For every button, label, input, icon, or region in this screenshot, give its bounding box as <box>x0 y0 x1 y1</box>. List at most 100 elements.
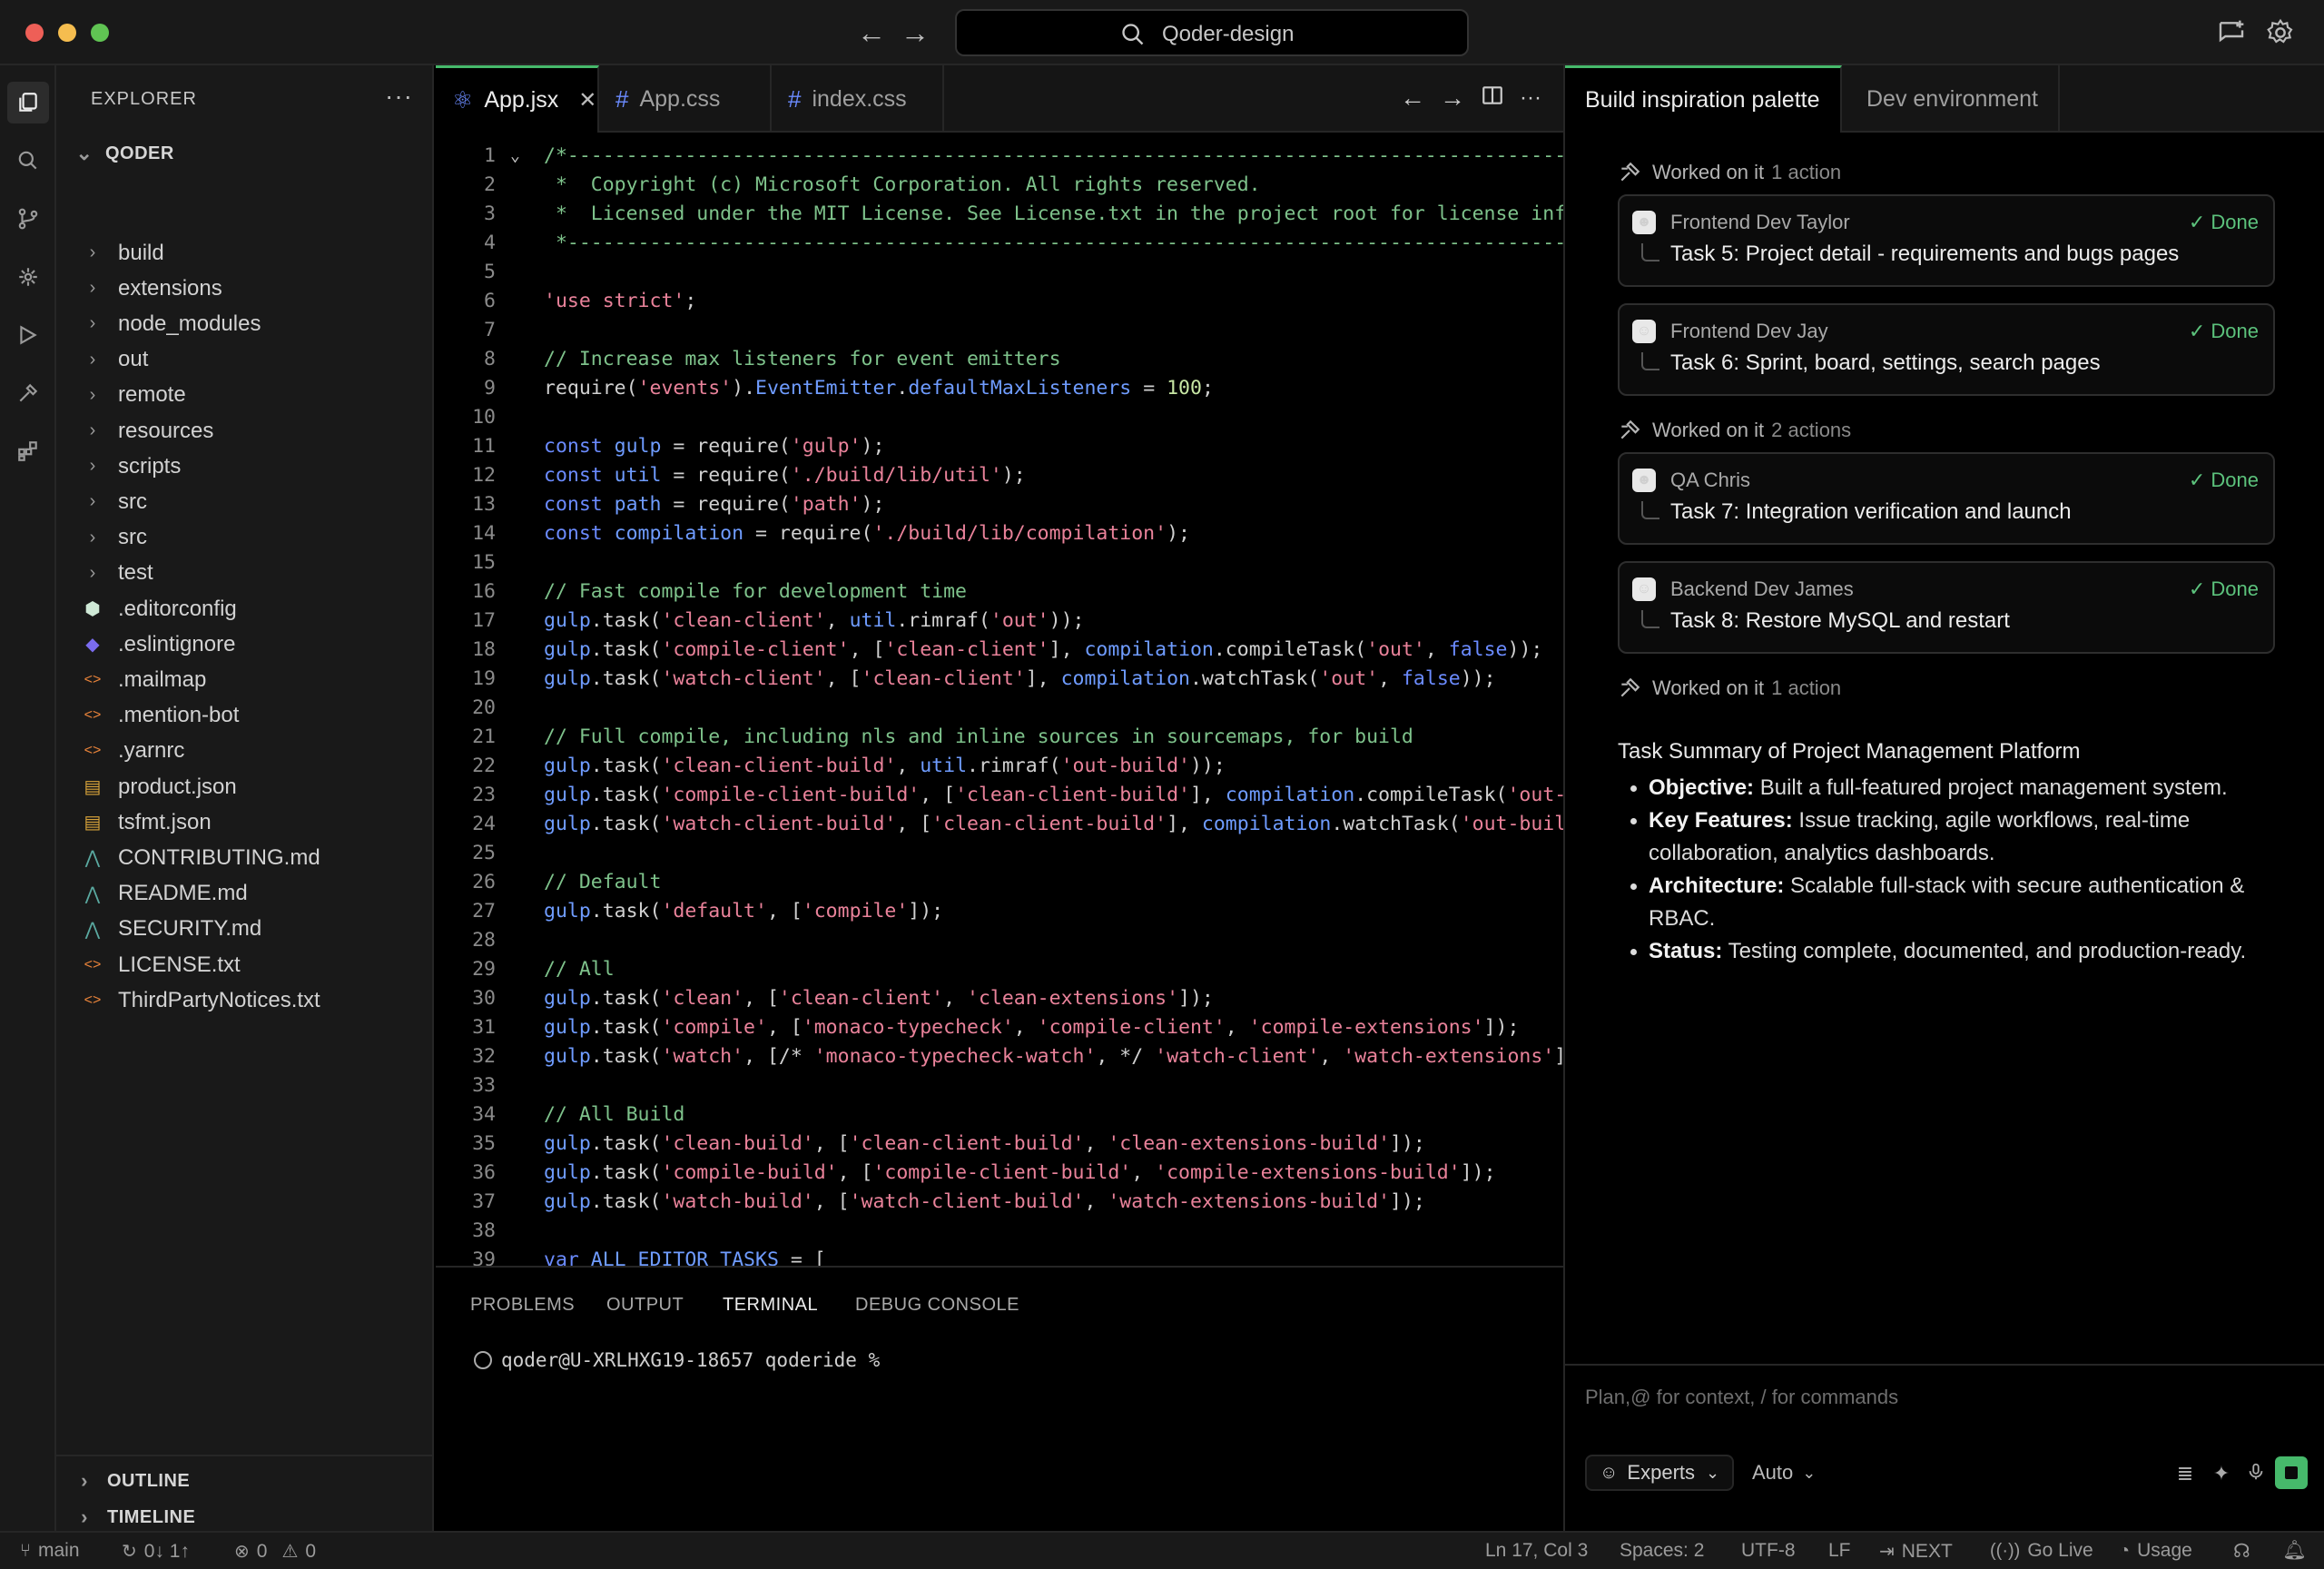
extensions-gear-icon[interactable] <box>13 262 44 292</box>
worked-on-it-header[interactable]: Worked on it 1 action <box>1618 674 1841 703</box>
sync-indicator[interactable]: ↻ 0↓ 1↑ <box>122 1540 190 1563</box>
code-line: 29 // All <box>436 955 1563 984</box>
microphone-icon[interactable] <box>2244 1462 2268 1485</box>
code-editor[interactable]: 1 ⌄ /*------------------------------------… <box>436 134 1563 1333</box>
folder-item[interactable]: › out <box>56 342 432 378</box>
timeline-section[interactable]: › TIMELINE <box>73 1502 195 1533</box>
folder-item[interactable]: › node_modules <box>56 306 432 341</box>
tab-terminal[interactable]: TERMINAL <box>723 1295 818 1316</box>
source-control-icon[interactable] <box>13 203 44 234</box>
close-window-button[interactable] <box>25 24 44 42</box>
more-actions-icon[interactable]: ··· <box>1516 84 1545 113</box>
tab-output[interactable]: OUTPUT <box>606 1295 684 1316</box>
file-item[interactable]: ◆ .eslintignore <box>56 627 432 662</box>
branch-indicator[interactable]: ⑂ main <box>20 1540 80 1562</box>
file-item[interactable]: <> .yarnrc <box>56 734 432 769</box>
usage[interactable]: ◔ Usage <box>2119 1540 2192 1562</box>
tools-icon[interactable] <box>13 378 44 409</box>
file-item[interactable]: <> LICENSE.txt <box>56 947 432 982</box>
forward-arrow-icon[interactable]: → <box>1438 84 1467 113</box>
indentation[interactable]: Spaces: 2 <box>1620 1540 1704 1562</box>
more-actions-icon[interactable]: ··· <box>385 82 413 111</box>
maximize-window-button[interactable] <box>91 24 109 42</box>
file-item[interactable]: ⋀ CONTRIBUTING.md <box>56 840 432 875</box>
close-icon[interactable]: ✕ <box>578 87 596 113</box>
folder-item[interactable]: › scripts <box>56 449 432 484</box>
split-editor-icon[interactable] <box>1478 84 1507 113</box>
file-item[interactable]: <> .mention-bot <box>56 698 432 734</box>
problems-indicator[interactable]: ⊗ 0 ⚠ 0 <box>234 1540 316 1563</box>
run-debug-icon[interactable] <box>13 320 44 350</box>
stop-button[interactable] <box>2275 1456 2308 1489</box>
chat-input[interactable]: Plan,@ for context, / for commands <box>1585 1386 1898 1409</box>
accounts-icon[interactable]: ☊ <box>2233 1540 2250 1563</box>
file-item[interactable]: ⋀ SECURITY.md <box>56 912 432 947</box>
file-item[interactable]: <> ThirdPartyNotices.txt <box>56 982 432 1018</box>
code-line: 16 // Fast compile for development time <box>436 577 1563 607</box>
tab-build-inspiration-palette[interactable]: Build inspiration palette <box>1565 65 1842 133</box>
go-live[interactable]: ((·)) Go Live <box>1990 1540 2093 1562</box>
file-item[interactable]: ⬢ .editorconfig <box>56 591 432 627</box>
model-selector[interactable]: Auto ⌄ <box>1752 1455 1816 1491</box>
explorer-icon[interactable] <box>7 82 49 123</box>
command-search-box[interactable]: Qoder-design <box>955 9 1469 56</box>
code-line: 7 <box>436 316 1563 345</box>
outline-section[interactable]: › OUTLINE <box>73 1465 190 1496</box>
encoding[interactable]: UTF-8 <box>1741 1540 1796 1562</box>
cursor-position[interactable]: Ln 17, Col 3 <box>1485 1540 1588 1562</box>
task-card[interactable]: ☻ QA Chris ✓ Done Task 7: Integration verif… <box>1618 452 2275 545</box>
chat-toggle-icon[interactable] <box>2217 18 2246 47</box>
settings-gear-icon[interactable] <box>2266 18 2295 47</box>
terminal-prompt-line[interactable]: qoder@U-XRLHXG19-18657 qoderide % <box>474 1349 880 1371</box>
folder-item[interactable]: › extensions <box>56 271 432 306</box>
folder-item[interactable]: › src <box>56 484 432 519</box>
code-line: 38 <box>436 1217 1563 1246</box>
tab-debug-console[interactable]: DEBUG CONSOLE <box>855 1295 1019 1316</box>
folder-item[interactable]: › test <box>56 556 432 591</box>
sparkle-icon[interactable]: ✦ <box>2210 1462 2233 1485</box>
tab-index-css[interactable]: # index.css <box>772 65 944 133</box>
folder-item[interactable]: › resources <box>56 413 432 449</box>
file-item[interactable]: ▤ product.json <box>56 769 432 804</box>
task-card[interactable]: ☺ Backend Dev James ✓ Done Task 8: Restore … <box>1618 561 2275 654</box>
code-line: 30 gulp.task('clean', ['clean-client', 'c… <box>436 984 1563 1013</box>
back-arrow-icon[interactable]: ← <box>1398 84 1427 113</box>
code-text: *---------------------------------------… <box>544 232 1563 254</box>
code-line: 2 * Copyright (c) Microsoft Corporation.… <box>436 171 1563 200</box>
search-icon[interactable] <box>13 145 44 176</box>
mode-selector[interactable]: ☺ Experts ⌄ <box>1585 1455 1735 1491</box>
line-ending[interactable]: LF <box>1828 1540 1851 1562</box>
chevron-right-icon: › <box>89 278 96 299</box>
notifications-bell-icon[interactable]: 🔔︎ <box>2282 1540 2307 1562</box>
next-edit[interactable]: ⇥ NEXT <box>1879 1540 1953 1563</box>
fold-chevron-icon[interactable]: ⌄ <box>510 142 520 171</box>
task-card[interactable]: ☺ Frontend Dev Jay ✓ Done Task 6: Sprint, b… <box>1618 303 2275 396</box>
code-line: 24 gulp.task('watch-client-build', ['clea… <box>436 810 1563 839</box>
forward-arrow-icon[interactable]: → <box>899 16 931 49</box>
tab-app-jsx[interactable]: ⚛ App.jsx ✕ <box>436 65 599 133</box>
task-title: Task 7: Integration verification and lau… <box>1670 499 2072 524</box>
tab-problems[interactable]: PROBLEMS <box>470 1295 575 1316</box>
file-item[interactable]: ⋀ README.md <box>56 876 432 912</box>
file-item[interactable]: <> .mailmap <box>56 662 432 697</box>
folder-item[interactable]: › build <box>56 235 432 271</box>
back-arrow-icon[interactable]: ← <box>855 16 888 49</box>
tree-item-label: README.md <box>118 881 248 906</box>
tab-dev-environment[interactable]: Dev environment <box>1846 65 2060 133</box>
workspace-root[interactable]: ⌄ QODER <box>73 138 174 169</box>
folder-item[interactable]: › remote <box>56 378 432 413</box>
file-item[interactable]: ▤ tsfmt.json <box>56 804 432 840</box>
task-title: Task 5: Project detail - requirements an… <box>1670 242 2180 266</box>
worked-on-it-header[interactable]: Worked on it 1 action <box>1618 158 1841 187</box>
list-icon[interactable]: ≣ <box>2173 1462 2197 1485</box>
minimize-window-button[interactable] <box>58 24 76 42</box>
extensions-blocks-icon[interactable] <box>13 436 44 467</box>
checkmark-icon: ✓ <box>2188 577 2211 600</box>
task-card[interactable]: ☻ Frontend Dev Taylor ✓ Done Task 5: Projec… <box>1618 194 2275 287</box>
tree-item-label: tsfmt.json <box>118 809 212 834</box>
line-number: 25 <box>472 842 496 864</box>
folder-item[interactable]: › src <box>56 520 432 556</box>
code-line: 25 <box>436 839 1563 868</box>
worked-on-it-header[interactable]: Worked on it 2 actions <box>1618 416 1851 445</box>
tab-app-css[interactable]: # App.css <box>599 65 772 133</box>
